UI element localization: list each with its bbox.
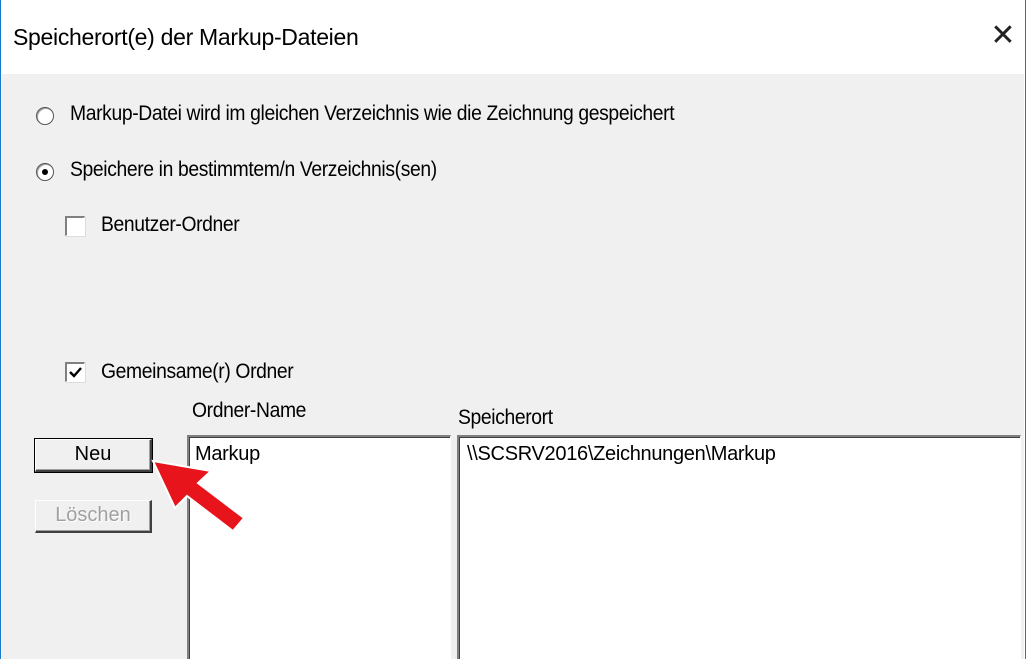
location-header: Speicherort [458,406,553,429]
shared-folder-checkbox[interactable] [65,362,85,382]
title-bar: Speicherort(e) der Markup-Dateien ✕ [1,0,1025,74]
dialog-title: Speicherort(e) der Markup-Dateien [13,24,359,50]
delete-button-label: Löschen [55,504,131,526]
new-button-label: Neu [74,443,112,465]
close-icon[interactable]: ✕ [981,14,1025,58]
specific-directory-radio[interactable] [36,163,54,181]
same-directory-label[interactable]: Markup-Datei wird im gleichen Verzeichni… [70,102,675,126]
radio-selected-dot [42,169,48,175]
folder-name-list[interactable]: Markup [187,435,451,659]
markup-locations-dialog: Speicherort(e) der Markup-Dateien ✕ Mark… [0,0,1026,659]
user-folder-checkbox[interactable] [65,216,85,236]
specific-directory-label[interactable]: Speichere in bestimmtem/n Verzeichnis(se… [70,158,437,182]
same-directory-radio[interactable] [36,107,54,125]
checkmark-icon [69,367,82,378]
location-list[interactable]: \\SCSRV2016\Zeichnungen\Markup [457,435,1021,659]
folder-name-header: Ordner-Name [192,399,307,422]
folder-name-cell[interactable]: Markup [195,443,260,466]
user-folder-label[interactable]: Benutzer-Ordner [101,213,240,237]
shared-folder-label[interactable]: Gemeinsame(r) Ordner [101,360,294,384]
new-button[interactable]: Neu [34,438,153,473]
delete-button[interactable]: Löschen [35,500,152,533]
location-cell[interactable]: \\SCSRV2016\Zeichnungen\Markup [467,443,776,466]
dialog-body: Markup-Datei wird im gleichen Verzeichni… [2,74,1024,659]
